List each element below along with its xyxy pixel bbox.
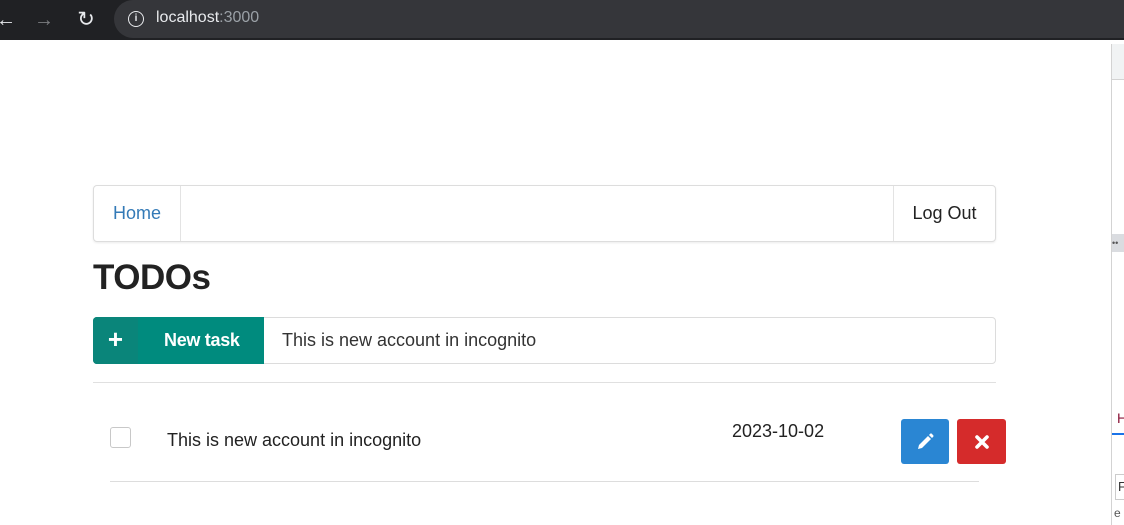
devtools-active-tab-line: [1112, 433, 1124, 435]
new-task-input[interactable]: [264, 318, 994, 363]
edit-todo-button[interactable]: [901, 419, 949, 464]
logout-button[interactable]: Log Out: [893, 186, 995, 241]
reload-icon[interactable]: ↻: [72, 6, 100, 34]
delete-todo-button[interactable]: [957, 419, 1006, 464]
plus-icon: +: [93, 317, 138, 364]
pencil-icon: [918, 432, 934, 449]
navbar: Home Log Out: [93, 185, 996, 242]
todo-text: This is new account in incognito: [167, 430, 422, 450]
devtools-toolbar: [1112, 44, 1124, 80]
devtools-resize-handle[interactable]: ••: [1112, 234, 1124, 252]
divider: [93, 382, 996, 383]
devtools-text-h: H: [1117, 410, 1124, 426]
info-icon[interactable]: i: [128, 11, 144, 27]
todo-complete-checkbox[interactable]: [110, 427, 131, 448]
browser-toolbar: ← → ↻ i localhost:3000: [0, 0, 1124, 40]
url-text: localhost:3000: [156, 9, 259, 27]
new-task-button-label: New task: [164, 330, 240, 350]
address-bar[interactable]: i localhost:3000: [114, 0, 1124, 38]
devtools-text-e: e: [1114, 506, 1121, 520]
close-icon: [974, 434, 989, 449]
page-title: TODOs: [93, 258, 211, 297]
new-task-button[interactable]: + New task: [93, 317, 264, 364]
todo-date: 2023-10-02: [732, 421, 825, 441]
url-port: :3000: [219, 9, 260, 26]
devtools-filter-input[interactable]: F: [1115, 474, 1124, 500]
nav-home-link[interactable]: Home: [94, 186, 181, 241]
back-arrow-icon[interactable]: ←: [0, 6, 20, 34]
todo-item: This is new account in incognito 2023-10…: [110, 400, 1006, 482]
url-host: localhost: [156, 9, 220, 26]
new-task-form: + New task: [93, 317, 996, 364]
forward-arrow-icon[interactable]: →: [30, 6, 58, 34]
devtools-panel: •• H F e: [1111, 44, 1124, 525]
